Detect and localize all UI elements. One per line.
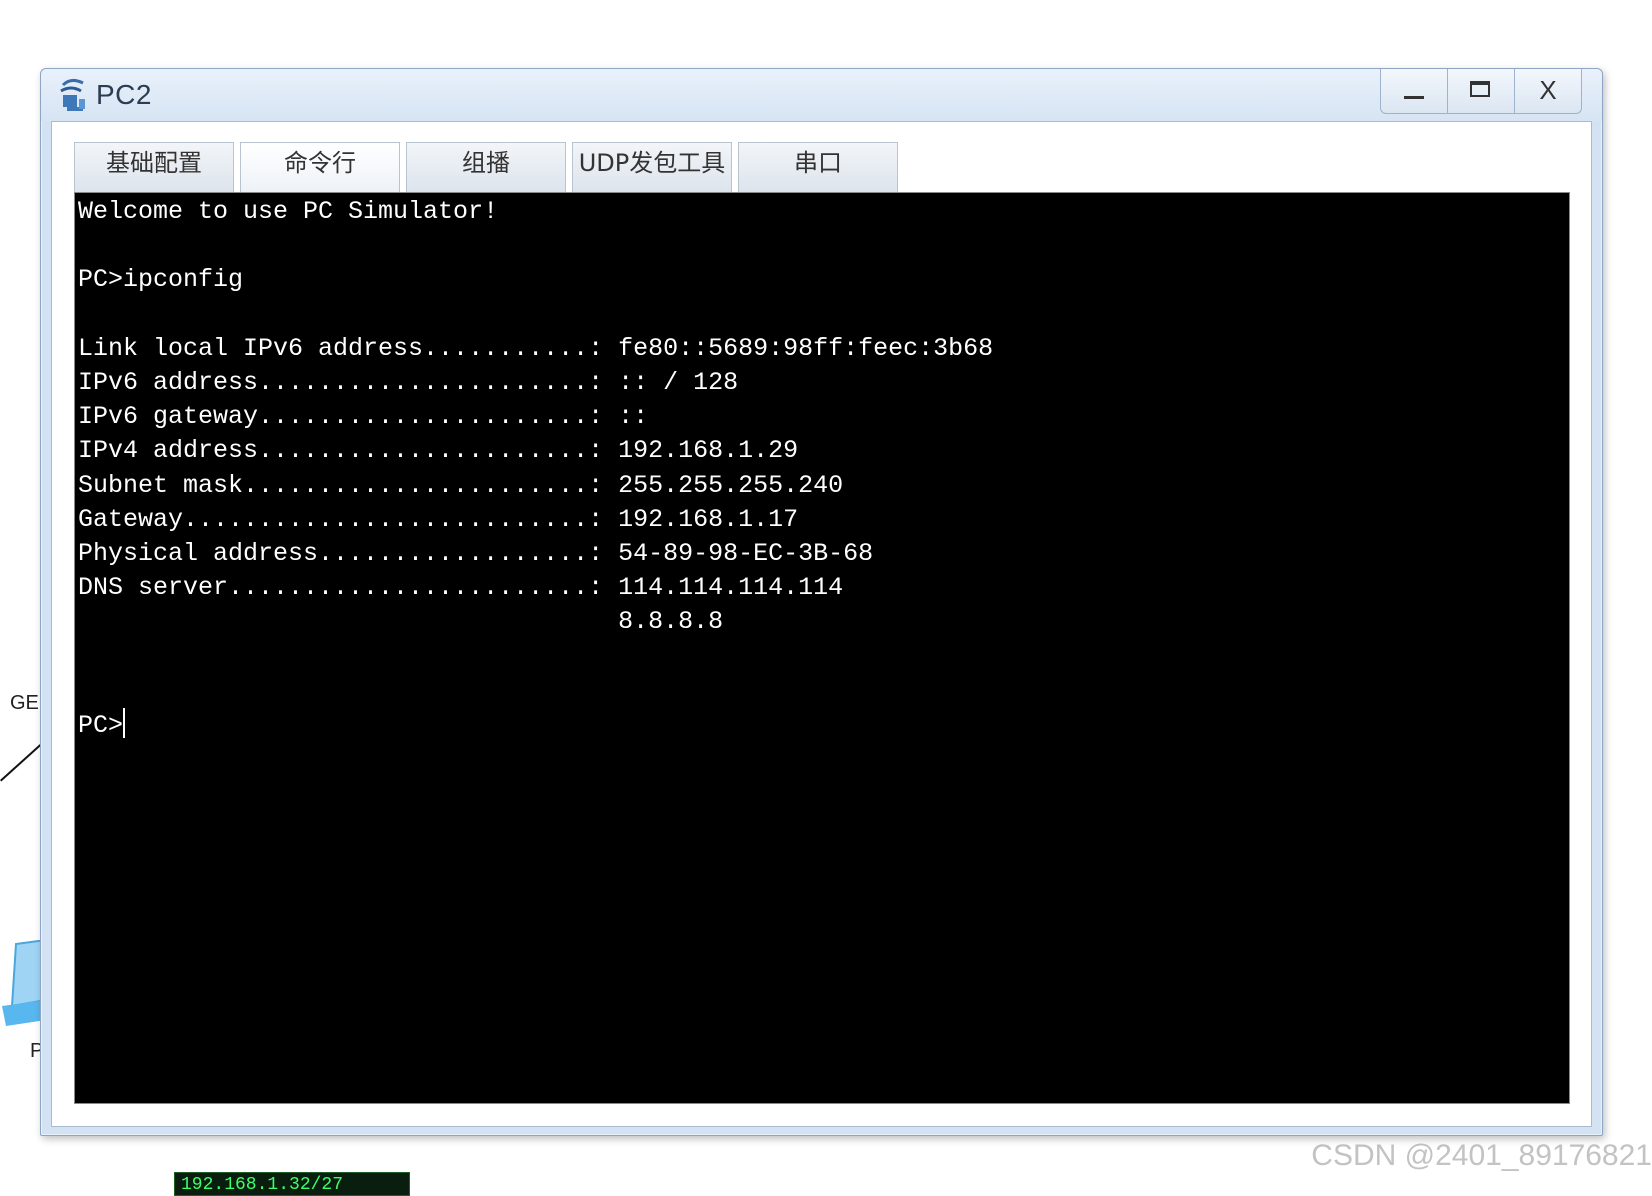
console-line: Link local IPv6 address...........: fe80… bbox=[78, 333, 994, 363]
console-line: Subnet mask.......................: 255.… bbox=[78, 470, 844, 500]
pc2-window: PC2 X 基础配置 命令行 组播 UDP发包工具 串口 Welcome to … bbox=[40, 68, 1603, 1136]
console-line: Physical address..................: 54-8… bbox=[78, 539, 874, 569]
console-line: DNS server........................: 114.… bbox=[78, 573, 844, 603]
window-client-area: 基础配置 命令行 组播 UDP发包工具 串口 Welcome to use PC… bbox=[51, 121, 1592, 1127]
console-output: Welcome to use PC Simulator! PC>ipconfig… bbox=[75, 193, 1569, 743]
console-line: PC>ipconfig bbox=[78, 265, 244, 295]
text-cursor bbox=[123, 708, 126, 739]
tab-udp-tool[interactable]: UDP发包工具 bbox=[572, 142, 732, 192]
maximize-icon bbox=[1470, 81, 1490, 97]
console-line: Gateway...........................: 192.… bbox=[78, 504, 799, 534]
tab-basic-config[interactable]: 基础配置 bbox=[74, 142, 234, 192]
maximize-button[interactable] bbox=[1448, 69, 1515, 113]
console-line: IPv6 gateway......................: :: bbox=[78, 402, 649, 432]
close-button[interactable]: X bbox=[1515, 69, 1581, 113]
watermark: CSDN @2401_89176821 bbox=[1311, 1139, 1652, 1172]
close-icon: X bbox=[1539, 75, 1557, 105]
topology-ip-tag: 192.168.1.32/27 bbox=[174, 1172, 410, 1196]
tab-multicast[interactable]: 组播 bbox=[406, 142, 566, 192]
title-bar[interactable]: PC2 X bbox=[41, 69, 1602, 121]
console-prompt: PC> bbox=[78, 711, 124, 741]
minimize-button[interactable] bbox=[1381, 69, 1448, 113]
console-line: 8.8.8.8 bbox=[78, 607, 724, 637]
tab-command-line[interactable]: 命令行 bbox=[240, 142, 400, 192]
tab-bar: 基础配置 命令行 组播 UDP发包工具 串口 bbox=[74, 142, 904, 192]
terminal-console[interactable]: Welcome to use PC Simulator! PC>ipconfig… bbox=[74, 192, 1570, 1104]
console-line: IPv4 address......................: 192.… bbox=[78, 436, 799, 466]
topology-label-ge: GE bbox=[10, 692, 39, 714]
console-line: Welcome to use PC Simulator! bbox=[78, 197, 499, 226]
window-title: PC2 bbox=[96, 79, 152, 110]
tab-serial-port[interactable]: 串口 bbox=[738, 142, 898, 192]
console-line: IPv6 address......................: :: /… bbox=[78, 368, 739, 398]
pc-network-icon bbox=[60, 78, 85, 111]
window-controls: X bbox=[1380, 69, 1582, 114]
minimize-icon bbox=[1404, 96, 1424, 99]
